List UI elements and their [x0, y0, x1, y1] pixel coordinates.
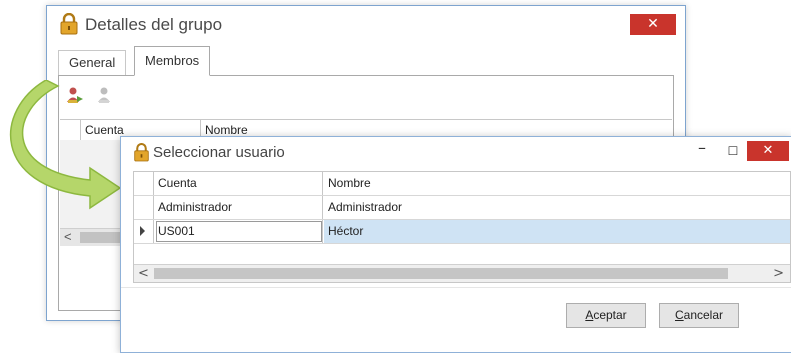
lock-icon	[60, 13, 78, 35]
column-cuenta[interactable]: Cuenta	[155, 172, 323, 195]
tab-general[interactable]: General	[58, 50, 127, 75]
window-title: Seleccionar usuario	[153, 144, 285, 161]
scroll-thumb[interactable]	[154, 268, 728, 279]
curved-arrow-icon	[9, 80, 122, 210]
grid-header: Cuenta Nombre	[134, 172, 790, 196]
column-nombre[interactable]: Nombre	[324, 172, 790, 195]
minimize-icon: –	[698, 138, 706, 157]
lock-icon	[134, 143, 149, 162]
title-bar: Seleccionar usuario – ☐ ✕	[121, 137, 791, 167]
row-selector[interactable]	[134, 220, 154, 243]
scroll-left-icon[interactable]: <	[138, 265, 149, 282]
close-button[interactable]: ✕	[630, 14, 676, 35]
users-grid: Cuenta Nombre Administrador Administrado…	[133, 171, 791, 283]
maximize-icon: ☐	[727, 144, 739, 158]
close-button[interactable]: ✕	[747, 141, 789, 161]
maximize-button[interactable]: ☐	[722, 141, 744, 161]
close-icon: ✕	[647, 16, 659, 32]
row-selector[interactable]	[134, 196, 154, 219]
tab-membros[interactable]: Membros	[134, 46, 211, 76]
cell-cuenta[interactable]: US001	[155, 220, 323, 243]
cell-nombre[interactable]: Héctor	[324, 220, 790, 243]
minimize-button[interactable]: –	[691, 138, 713, 161]
table-row[interactable]: Administrador Administrador	[134, 196, 790, 220]
row-selector-header	[134, 172, 154, 195]
cell-nombre[interactable]: Administrador	[324, 196, 790, 219]
horizontal-scrollbar[interactable]: < >	[134, 264, 790, 282]
scroll-right-icon[interactable]: >	[773, 265, 784, 282]
cancel-button[interactable]: Cancelar	[659, 303, 739, 328]
close-icon: ✕	[762, 143, 774, 158]
accept-button[interactable]: Aceptar	[566, 303, 646, 328]
select-user-window: Seleccionar usuario – ☐ ✕ Cuenta Nombre …	[120, 136, 791, 353]
current-row-icon	[140, 226, 145, 236]
cell-cuenta[interactable]: Administrador	[155, 196, 323, 219]
table-row[interactable]: US001 Héctor	[134, 220, 790, 244]
scroll-left-icon[interactable]: <	[64, 229, 72, 244]
window-title: Detalles del grupo	[85, 15, 223, 34]
divider	[121, 287, 791, 288]
title-bar: Detalles del grupo ✕	[47, 6, 685, 42]
